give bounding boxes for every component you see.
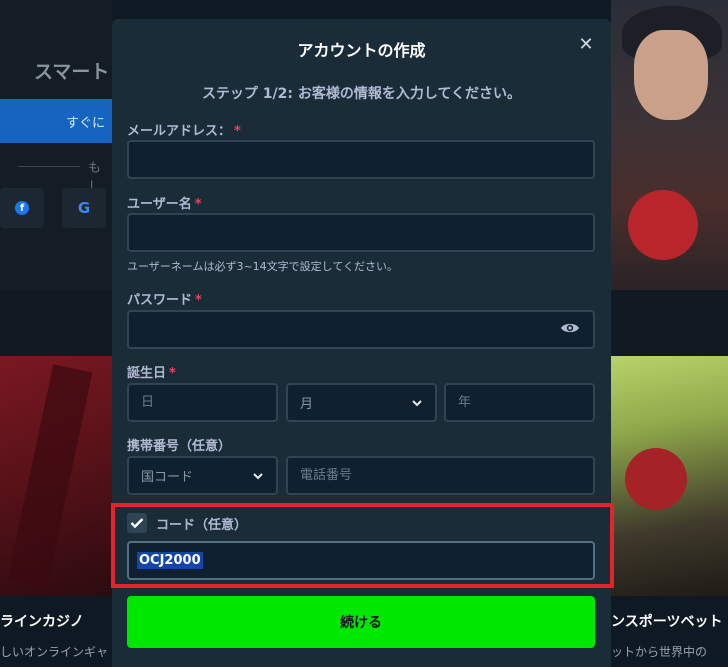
create-account-modal: アカウントの作成 ✕ ステップ 1/2: お客様の情報を入力してください。 メー… [111,19,614,667]
continue-button[interactable]: 続ける [127,596,595,648]
phone-label: 携帯番号（任意） [127,439,232,454]
checkmark-icon [130,518,144,529]
referral-code-value: OCJ2000 [137,552,203,569]
sports-card-subtitle: ットから世界中の [611,645,708,659]
background-heading: スマート [34,61,110,83]
casino-card-subtitle: しいオンラインギャ [0,645,109,659]
sports-card-title: ンスポーツベット [611,614,723,630]
background-divider [18,166,80,167]
birth-month-select[interactable]: 月 [286,383,437,422]
modal-title: アカウントの作成 [297,41,426,60]
background-right-column: ンスポーツベット ットから世界中の [611,0,728,667]
username-hint: ユーザーネームは必ず3~14文字で設定してください。 [127,260,399,273]
casino-card-title: ラインカジノ [0,614,84,630]
background-signup-label: すぐに [66,116,106,131]
password-label: パスワード * [127,293,202,308]
birth-month-placeholder: 月 [300,397,314,412]
show-password-icon[interactable] [560,321,580,335]
required-mark: * [194,197,202,212]
google-login-button[interactable]: G [62,188,106,228]
chevron-down-icon [253,472,263,479]
sports-card-image[interactable] [611,356,728,596]
birth-year-field[interactable] [444,383,595,422]
password-field[interactable] [127,310,595,349]
code-label: コード（任意） [156,518,248,533]
email-field[interactable] [127,140,595,179]
username-label: ユーザー名 * [127,197,202,212]
continue-label: 続ける [340,615,382,631]
required-mark: * [169,366,176,381]
close-button[interactable]: ✕ [574,32,598,56]
background-signup-button[interactable]: すぐに [0,99,112,143]
phone-number-field[interactable] [286,456,595,495]
country-code-placeholder: 国コード [141,470,194,485]
code-checkbox[interactable] [127,513,147,533]
facebook-login-button[interactable]: f [0,188,44,228]
chevron-down-icon [412,399,422,406]
country-code-select[interactable]: 国コード [127,456,278,495]
required-mark: * [234,124,241,139]
required-mark: * [195,293,202,308]
google-icon: G [77,199,91,217]
facebook-icon: f [15,201,29,215]
close-icon: ✕ [578,33,594,55]
referral-code-field[interactable]: OCJ2000 [127,541,595,580]
casino-card-image[interactable] [0,356,112,596]
username-field[interactable] [127,213,595,252]
email-label: メールアドレス： * [127,124,241,139]
birth-day-field[interactable] [127,383,278,422]
birthday-label: 誕生日 * [127,366,176,381]
step-indicator: ステップ 1/2: お客様の情報を入力してください。 [201,86,522,102]
